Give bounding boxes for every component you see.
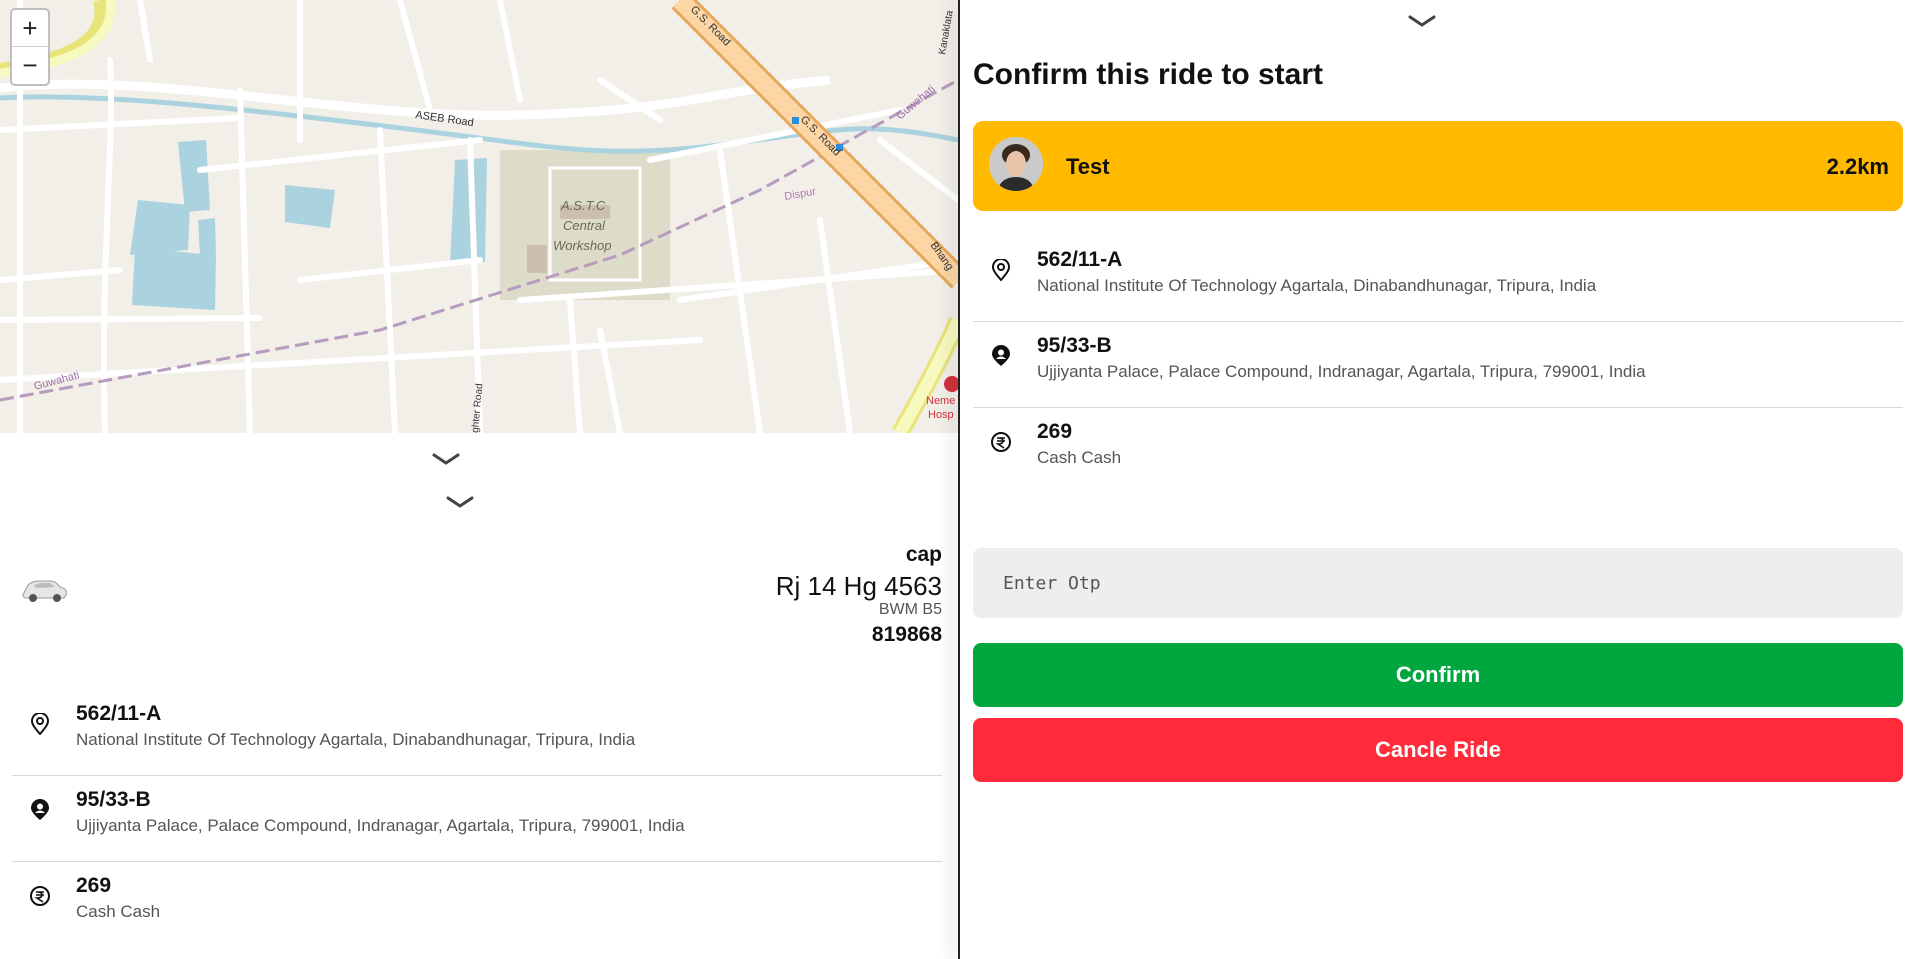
pickup-address: National Institute Of Technology Agartal…	[1037, 276, 1597, 295]
map-view[interactable]: G.S. Road G.S. Road ASEB Road A.S.T.C Ce…	[0, 0, 958, 433]
destination-title: 95/33-B	[76, 788, 151, 811]
pickup-row: 562/11-A National Institute Of Technolog…	[12, 690, 942, 776]
zoom-out-button[interactable]: −	[12, 47, 48, 84]
chevron-down-icon[interactable]	[431, 452, 461, 466]
pickup-title: 562/11-A	[76, 702, 162, 725]
map-label-workshop: Workshop	[553, 238, 612, 253]
map-label-central: Central	[563, 218, 606, 233]
map-tiles: G.S. Road G.S. Road ASEB Road A.S.T.C Ce…	[0, 0, 958, 433]
captain-name: cap	[905, 543, 942, 566]
ride-distance: 2.2km	[1826, 154, 1889, 179]
map-label-hospital: Neme	[926, 395, 955, 407]
fare-amount: 269	[1037, 420, 1073, 443]
payment-method: Cash Cash	[76, 902, 161, 921]
avatar	[989, 137, 1043, 191]
destination-row: 95/33-B Ujjiyanta Palace, Palace Compoun…	[973, 322, 1903, 408]
ride-details-panel: 562/11-A National Institute Of Technolog…	[973, 236, 1903, 494]
rider-card: Test 2.2km	[973, 121, 1903, 211]
map-pin-icon	[28, 712, 52, 736]
vehicle-model: BWM B5	[878, 601, 942, 618]
confirm-ride-panel: Confirm this ride to start Test 2.2km 56…	[960, 0, 1913, 959]
chevron-down-icon[interactable]	[1407, 14, 1437, 28]
vehicle-plate: Rj 14 Hg 4563	[775, 571, 942, 601]
otp-input[interactable]	[973, 548, 1903, 618]
map-label-astc: A.S.T.C	[560, 198, 606, 213]
rupee-icon	[28, 884, 52, 908]
pickup-address: National Institute Of Technology Agartal…	[76, 730, 636, 749]
pickup-title: 562/11-A	[1037, 248, 1123, 271]
captain-info: cap Rj 14 Hg 4563 BWM B5 819868	[0, 535, 958, 655]
zoom-control: + −	[10, 8, 50, 86]
cancel-ride-button[interactable]: Cancle Ride	[973, 718, 1903, 782]
ride-details: 562/11-A National Institute Of Technolog…	[12, 690, 942, 948]
ride-otp: 819868	[871, 623, 942, 646]
panel-title: Confirm this ride to start	[973, 58, 1324, 91]
map-label-hospital-2: Hosp	[928, 409, 954, 421]
destination-address: Ujjiyanta Palace, Palace Compound, Indra…	[1037, 362, 1646, 381]
pickup-row: 562/11-A National Institute Of Technolog…	[973, 236, 1903, 322]
rider-name: Test	[1066, 154, 1110, 179]
rupee-icon	[989, 430, 1013, 454]
confirm-button[interactable]: Confirm	[973, 643, 1903, 707]
user-location-icon	[989, 344, 1013, 368]
fare-row: 269 Cash Cash	[12, 862, 942, 948]
car-icon	[20, 575, 68, 605]
chevron-down-icon[interactable]	[445, 495, 475, 509]
fare-row: 269 Cash Cash	[973, 408, 1903, 494]
map-pin-icon	[989, 258, 1013, 282]
user-location-icon	[28, 798, 52, 822]
payment-method: Cash Cash	[1037, 448, 1122, 467]
destination-title: 95/33-B	[1037, 334, 1112, 357]
destination-address: Ujjiyanta Palace, Palace Compound, Indra…	[76, 816, 685, 835]
destination-row: 95/33-B Ujjiyanta Palace, Palace Compoun…	[12, 776, 942, 862]
fare-amount: 269	[76, 874, 112, 897]
zoom-in-button[interactable]: +	[12, 10, 48, 47]
